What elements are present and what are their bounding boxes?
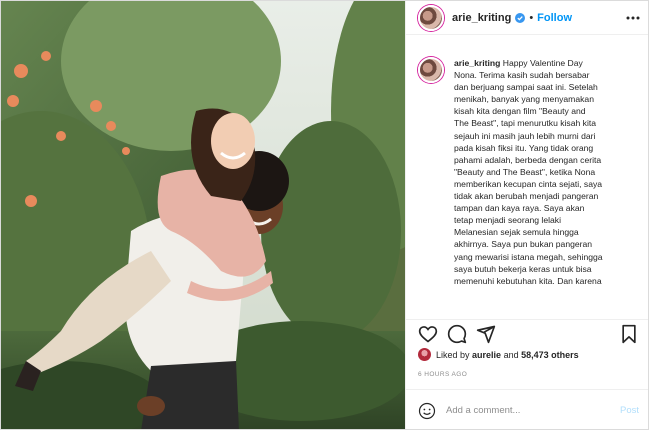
caption-line: memberikan kecupan cinta sejati, saya [454, 178, 603, 189]
liker-username[interactable]: aurelie [472, 350, 501, 360]
caption-line: tidak akan berubah menjadi pangeran [454, 191, 599, 202]
post-header: arie_kriting • Follow [406, 1, 648, 35]
author-avatar[interactable] [418, 4, 444, 31]
post-photo[interactable] [1, 1, 405, 429]
caption-line: saya butuh bekerja keras untuk bisa [454, 263, 592, 274]
caption-line: tampan dan kaya raya. Saya akan [454, 203, 585, 214]
caption-line: pada kisah fiksi itu. Yang tidak orang [454, 142, 594, 153]
emoji-icon[interactable] [418, 402, 436, 420]
likes-others-count[interactable]: 58,473 others [521, 350, 579, 360]
bookmark-icon[interactable] [619, 324, 639, 344]
caption-line: dan berjuang sampai saat ini. Setelah [454, 82, 598, 93]
caption-line: memenuhi kebutuhan kita. Dan karena [454, 275, 602, 286]
caption-line: Melanesian sejak semula hingga [454, 227, 579, 238]
caption-line: sejauh ini masih jauh lebih murni dari [454, 130, 596, 141]
caption-row: arie_kriting Happy Valentine Day Nona. T… [418, 57, 639, 287]
caption-line: yang mewarisi istana megah, sehingga [454, 251, 603, 262]
more-options-icon[interactable] [625, 10, 641, 26]
author-username[interactable]: arie_kriting [452, 12, 511, 24]
likes-summary: Liked by aurelie and 58,473 others [418, 348, 579, 361]
post-side-panel: arie_kriting • Follow arie_kriting Happy… [405, 1, 648, 429]
caption-line: tetap menjadi seorang lelaki [454, 215, 562, 226]
heart-icon[interactable] [418, 324, 438, 344]
comment-icon[interactable] [447, 324, 467, 344]
caption-line: akhirnya. Saya pun bukan pangeran [454, 239, 593, 250]
caption-line: Nona. Terima kasih sudah bersabar [454, 70, 590, 81]
caption-line: The Beast", tapi menurutku kisah kita [454, 118, 597, 129]
caption-avatar[interactable] [418, 57, 444, 83]
post-comment-button[interactable]: Post [620, 405, 639, 416]
caption-area: arie_kriting Happy Valentine Day Nona. T… [406, 47, 648, 317]
verified-badge-icon [515, 12, 526, 23]
comment-input[interactable] [446, 405, 606, 416]
caption-line: pahami adalah, berbeda dengan cerita [454, 154, 602, 165]
likes-conjunction: and [503, 349, 519, 360]
likes-prefix: Liked by [436, 349, 470, 360]
post-timestamp[interactable]: 6 HOURS AGO [418, 371, 467, 378]
share-icon[interactable] [476, 324, 496, 344]
action-bar [406, 319, 648, 347]
caption-line: Happy Valentine Day [502, 58, 583, 68]
caption-line: "Beauty and The Beast", ketika Nona [454, 166, 596, 177]
caption-username[interactable]: arie_kriting [454, 58, 500, 68]
liker-avatar[interactable] [418, 348, 431, 361]
caption-line: kisah kita dengan film "Beauty and [454, 106, 586, 117]
header-separator: • [529, 11, 534, 24]
follow-button[interactable]: Follow [537, 12, 572, 24]
comment-bar: Post [406, 389, 648, 429]
caption-line: menikah, banyak yang menyamakan [454, 94, 594, 105]
instagram-post: arie_kriting • Follow arie_kriting Happy… [0, 0, 649, 430]
caption-text: arie_kriting Happy Valentine Day Nona. T… [454, 57, 638, 287]
couple-photo-illustration [1, 1, 405, 429]
